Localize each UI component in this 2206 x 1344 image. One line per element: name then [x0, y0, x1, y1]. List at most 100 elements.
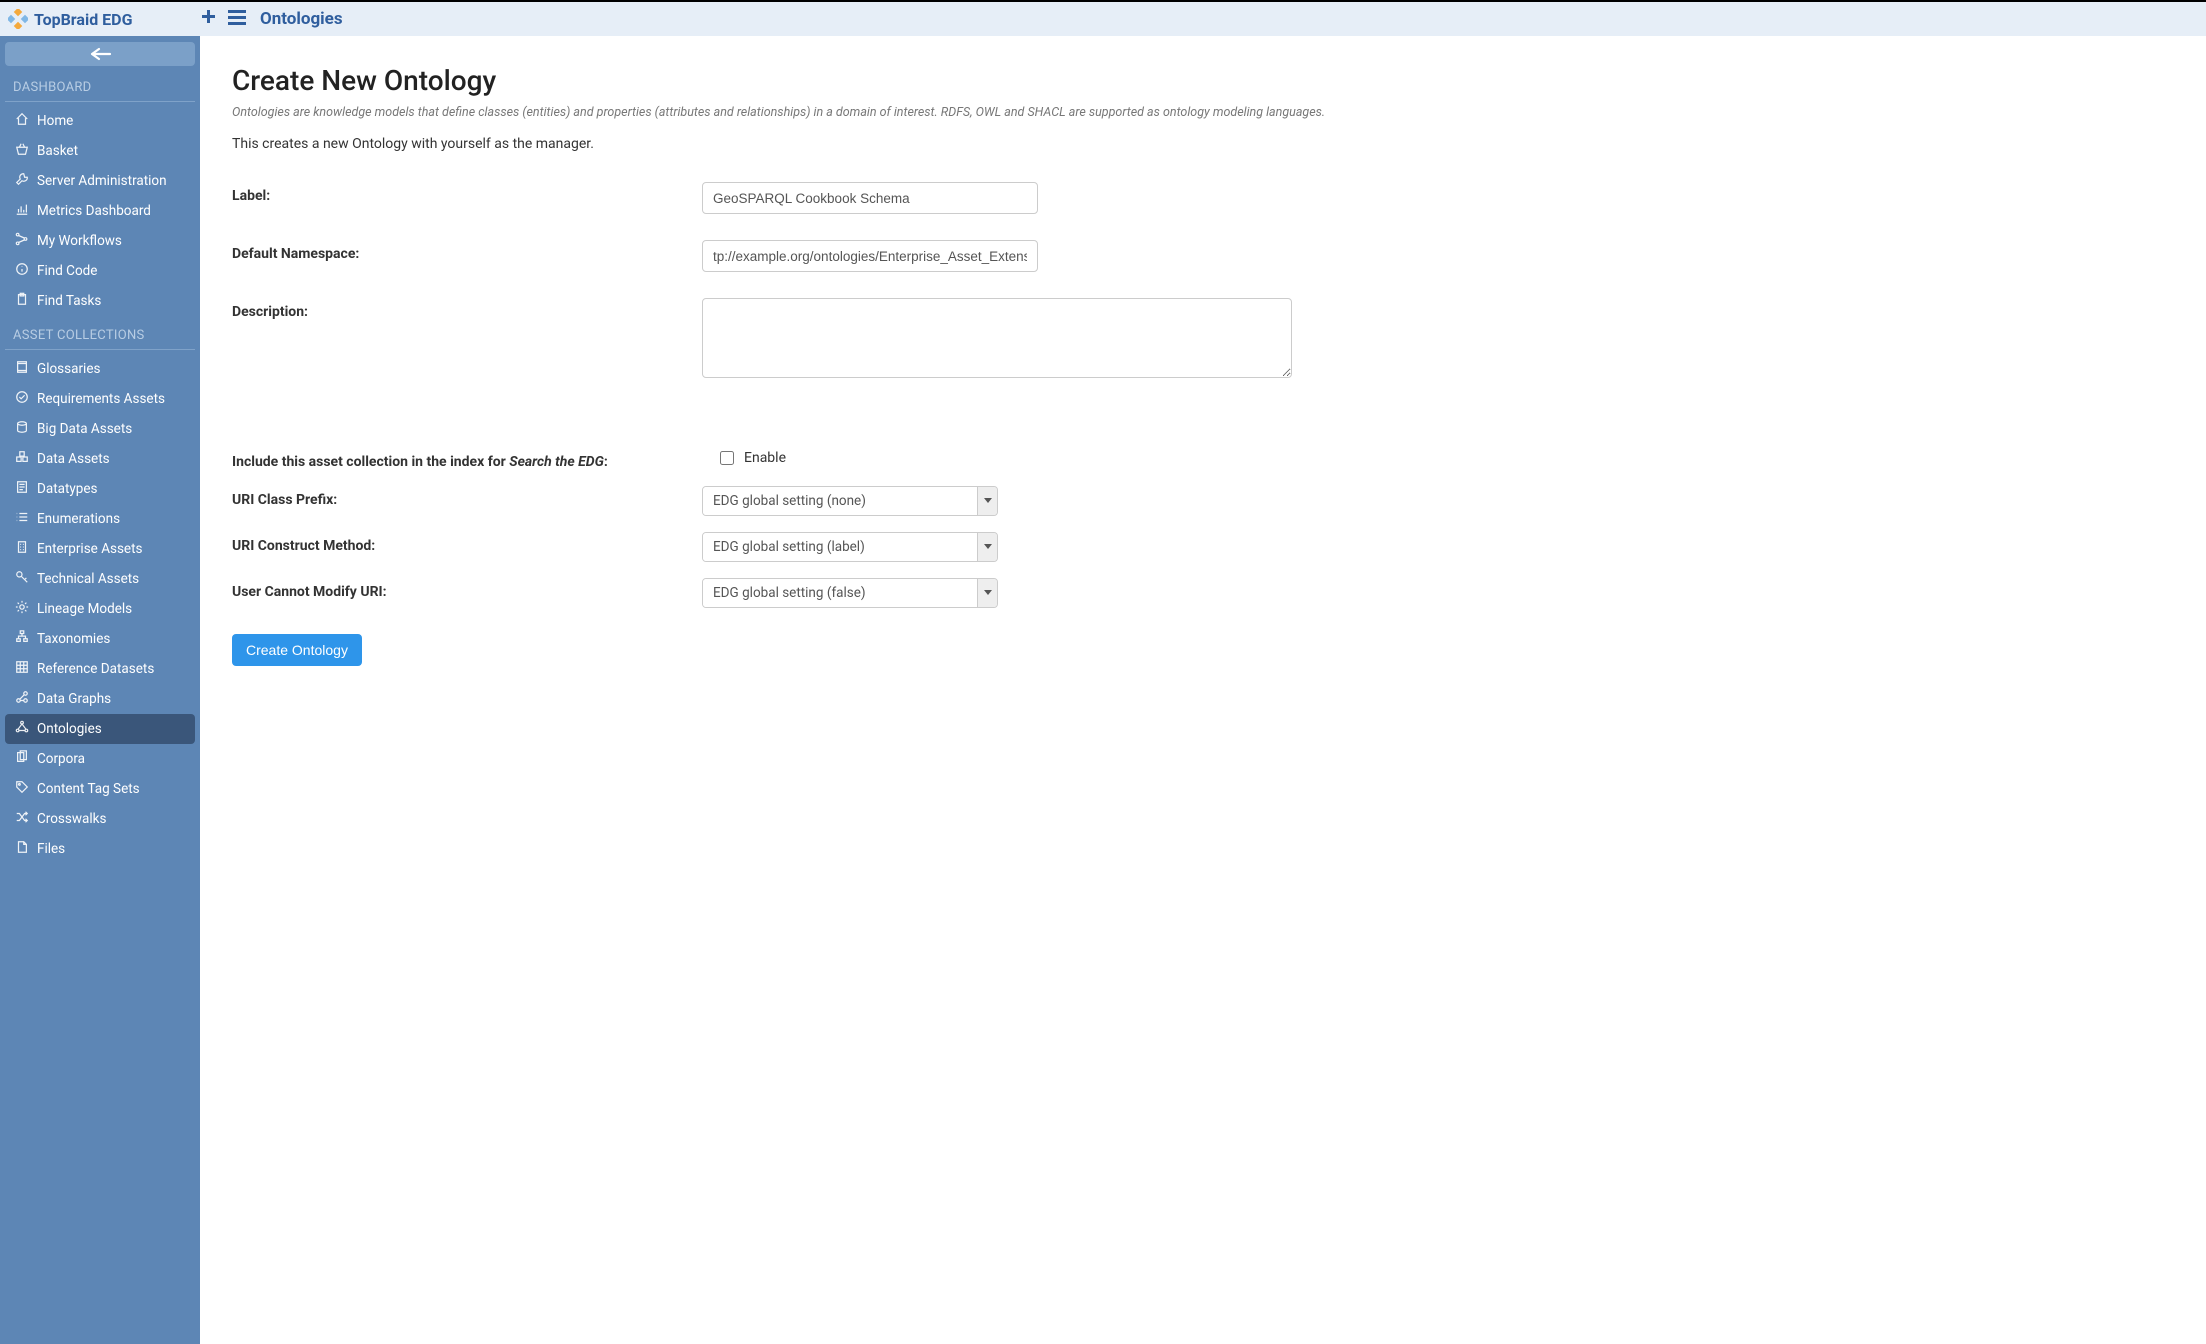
info-icon [15, 262, 29, 280]
check-icon [15, 390, 29, 408]
doc-icon [15, 480, 29, 498]
sidebar-item-reference-datasets[interactable]: Reference Datasets [5, 654, 195, 684]
topbar-actions: Ontologies [198, 7, 343, 31]
create-ontology-button[interactable]: Create Ontology [232, 634, 362, 666]
sidebar-item-label: Technical Assets [37, 571, 139, 587]
sidebar-item-label: Corpora [37, 751, 85, 767]
sidebar-item-label: Datatypes [37, 481, 97, 497]
chevron-down-icon [977, 533, 997, 561]
page-intro-text: This creates a new Ontology with yoursel… [232, 136, 2174, 152]
db-icon [15, 420, 29, 438]
sidebar-item-label: Crosswalks [37, 811, 106, 827]
namespace-field-label: Default Namespace: [232, 240, 702, 262]
app-logo[interactable]: TopBraid EDG [8, 9, 198, 29]
chart-icon [15, 202, 29, 220]
cubes-icon [15, 450, 29, 468]
sidebar-item-server-administration[interactable]: Server Administration [5, 166, 195, 196]
grid-icon [15, 660, 29, 678]
chevron-down-icon [977, 579, 997, 607]
tree-icon [15, 630, 29, 648]
sidebar-item-enumerations[interactable]: Enumerations [5, 504, 195, 534]
sidebar-item-label: Find Tasks [37, 293, 101, 309]
sidebar-item-content-tag-sets[interactable]: Content Tag Sets [5, 774, 195, 804]
shuffle-icon [15, 810, 29, 828]
app-name: TopBraid EDG [34, 10, 133, 29]
sidebar-item-label: My Workflows [37, 233, 122, 249]
key-icon [15, 570, 29, 588]
sidebar-item-label: Find Code [37, 263, 97, 279]
sidebar-item-label: Data Assets [37, 451, 110, 467]
sidebar-item-find-tasks[interactable]: Find Tasks [5, 286, 195, 316]
corpus-icon [15, 750, 29, 768]
sidebar-item-label: Content Tag Sets [37, 781, 140, 797]
user-modify-value: EDG global setting (false) [703, 579, 977, 607]
sidebar-item-basket[interactable]: Basket [5, 136, 195, 166]
sidebar-item-taxonomies[interactable]: Taxonomies [5, 624, 195, 654]
topbar: TopBraid EDG Ontologies [0, 0, 2206, 36]
description-field-label: Description: [232, 298, 702, 320]
description-textarea[interactable] [702, 298, 1292, 378]
sidebar-item-label: Metrics Dashboard [37, 203, 151, 219]
clipboard-icon [15, 292, 29, 310]
sidebar-item-enterprise-assets[interactable]: Enterprise Assets [5, 534, 195, 564]
sidebar-item-glossaries[interactable]: Glossaries [5, 354, 195, 384]
sidebar-item-ontologies[interactable]: Ontologies [5, 714, 195, 744]
sidebar-item-label: Home [37, 113, 73, 129]
sidebar-item-files[interactable]: Files [5, 834, 195, 864]
graph-icon [15, 690, 29, 708]
wrench-icon [15, 172, 29, 190]
uri-construct-label: URI Construct Method: [232, 532, 702, 554]
sidebar-item-data-assets[interactable]: Data Assets [5, 444, 195, 474]
gear-icon [15, 600, 29, 618]
sidebar-item-label: Enumerations [37, 511, 120, 527]
sidebar-item-find-code[interactable]: Find Code [5, 256, 195, 286]
sidebar-item-big-data-assets[interactable]: Big Data Assets [5, 414, 195, 444]
uri-class-prefix-label: URI Class Prefix: [232, 486, 702, 508]
sidebar-item-label: Requirements Assets [37, 391, 165, 407]
book-icon [15, 360, 29, 378]
sidebar-item-label: Lineage Models [37, 601, 132, 617]
namespace-input[interactable] [702, 240, 1038, 272]
uri-construct-dropdown[interactable]: EDG global setting (label) [702, 532, 998, 562]
sidebar-section-dashboard: DASHBOARD [5, 76, 195, 102]
sidebar-item-label: Reference Datasets [37, 661, 154, 677]
page-help-text: Ontologies are knowledge models that def… [232, 105, 2174, 120]
flow-icon [15, 232, 29, 250]
building-icon [15, 540, 29, 558]
tags-icon [15, 780, 29, 798]
label-input[interactable] [702, 182, 1038, 214]
sidebar-item-corpora[interactable]: Corpora [5, 744, 195, 774]
index-enable-checkbox[interactable] [720, 451, 734, 465]
sidebar-item-data-graphs[interactable]: Data Graphs [5, 684, 195, 714]
sidebar-item-home[interactable]: Home [5, 106, 195, 136]
logo-icon [8, 9, 28, 29]
list-icon [15, 510, 29, 528]
plus-icon[interactable] [198, 7, 218, 31]
menu-icon[interactable] [226, 7, 248, 31]
back-button[interactable] [5, 42, 195, 66]
user-modify-label: User Cannot Modify URI: [232, 578, 702, 600]
ontology-icon [15, 720, 29, 738]
index-field-label: Include this asset collection in the ind… [232, 448, 702, 470]
sidebar-item-datatypes[interactable]: Datatypes [5, 474, 195, 504]
sidebar-item-lineage-models[interactable]: Lineage Models [5, 594, 195, 624]
sidebar-item-my-workflows[interactable]: My Workflows [5, 226, 195, 256]
breadcrumb[interactable]: Ontologies [260, 9, 343, 29]
sidebar-item-label: Glossaries [37, 361, 100, 377]
sidebar-item-crosswalks[interactable]: Crosswalks [5, 804, 195, 834]
sidebar-item-label: Basket [37, 143, 78, 159]
arrow-left-icon [88, 47, 112, 61]
chevron-down-icon [977, 487, 997, 515]
sidebar-item-label: Big Data Assets [37, 421, 132, 437]
main-content: Create New Ontology Ontologies are knowl… [200, 36, 2206, 1344]
basket-icon [15, 142, 29, 160]
user-modify-dropdown[interactable]: EDG global setting (false) [702, 578, 998, 608]
label-field-label: Label: [232, 182, 702, 204]
index-enable-label: Enable [744, 450, 786, 466]
sidebar-item-metrics-dashboard[interactable]: Metrics Dashboard [5, 196, 195, 226]
uri-class-prefix-dropdown[interactable]: EDG global setting (none) [702, 486, 998, 516]
sidebar-item-requirements-assets[interactable]: Requirements Assets [5, 384, 195, 414]
page-title: Create New Ontology [232, 64, 2174, 97]
sidebar-item-technical-assets[interactable]: Technical Assets [5, 564, 195, 594]
home-icon [15, 112, 29, 130]
